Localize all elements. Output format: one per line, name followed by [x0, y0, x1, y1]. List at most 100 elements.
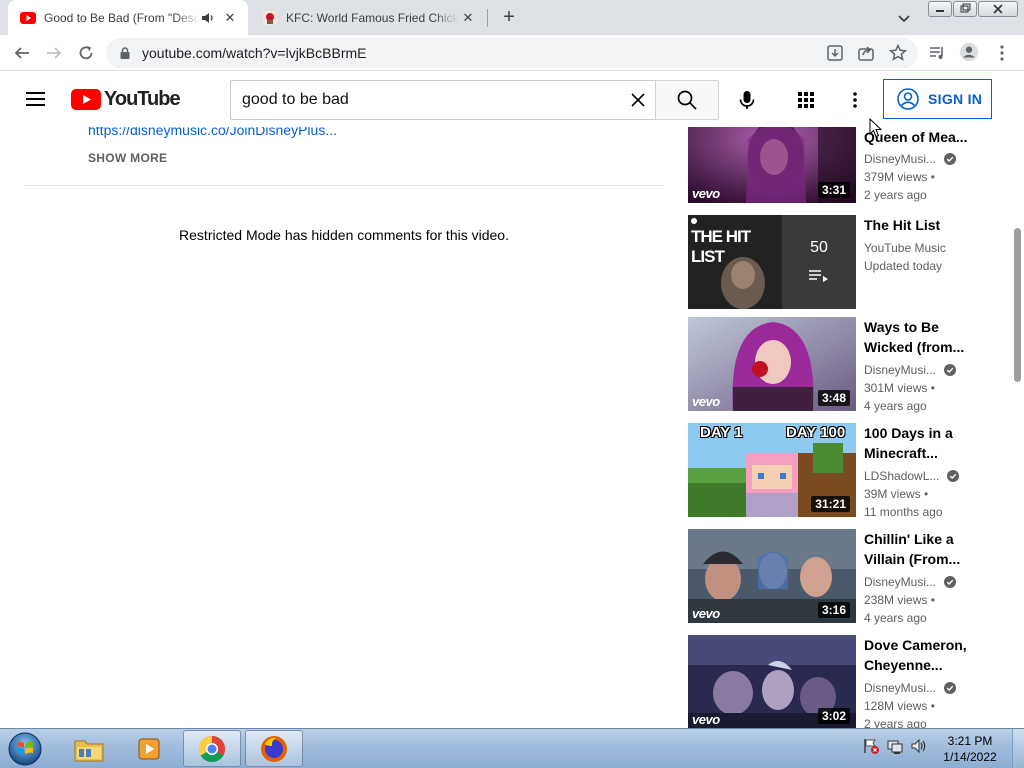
share-icon[interactable] — [856, 43, 876, 63]
video-duration: 3:48 — [817, 390, 850, 406]
media-control-icon[interactable] — [927, 43, 947, 63]
video-title[interactable]: Chillin' Like a Villain (From... — [864, 529, 988, 569]
youtube-logo[interactable]: YouTube — [71, 87, 181, 111]
video-meta: Chillin' Like a Villain (From... DisneyM… — [864, 529, 988, 627]
video-meta: Ways to Be Wicked (from... DisneyMusi...… — [864, 317, 988, 415]
views-row: 301M views • — [864, 379, 988, 397]
system-clock[interactable]: 3:21 PM 1/14/2022 — [934, 733, 1006, 765]
video-thumbnail[interactable]: vevo 3:48 — [688, 317, 856, 411]
youtube-favicon-icon — [20, 11, 36, 24]
youtube-apps-icon[interactable] — [795, 89, 817, 111]
channel-name[interactable]: DisneyMusi... — [864, 150, 936, 168]
search-input[interactable]: good to be bad — [230, 80, 656, 120]
guide-menu-icon[interactable] — [24, 89, 48, 109]
views-row: 39M views • — [864, 485, 988, 503]
sign-in-button[interactable]: SIGN IN — [883, 79, 992, 119]
taskbar-firefox[interactable] — [245, 730, 303, 767]
channel-row: DisneyMusi... — [864, 361, 988, 379]
page-scrollbar[interactable] — [1012, 127, 1024, 728]
taskbar-explorer[interactable] — [60, 730, 118, 767]
media-player-icon — [138, 738, 160, 759]
channel-name[interactable]: DisneyMusi... — [864, 361, 936, 379]
tab-close-icon[interactable]: ✕ — [220, 8, 240, 28]
upload-age: 2 years ago — [864, 188, 927, 202]
video-duration: 31:21 — [811, 496, 850, 512]
back-button[interactable] — [10, 41, 34, 65]
taskbar-chrome[interactable] — [183, 730, 241, 767]
forward-button[interactable] — [42, 41, 66, 65]
windows-taskbar: 3:21 PM 1/14/2022 — [0, 728, 1024, 768]
vevo-logo: vevo — [692, 606, 720, 621]
recommended-video[interactable]: vevo 3:16 Chillin' Like a Villain (From.… — [688, 529, 988, 625]
video-thumbnail[interactable]: vevo 3:16 — [688, 529, 856, 623]
channel-row: DisneyMusi... — [864, 679, 988, 697]
lock-icon[interactable] — [118, 46, 132, 60]
video-title[interactable]: The Hit List — [864, 215, 988, 235]
tab-close-icon[interactable]: ✕ — [458, 8, 478, 28]
upload-age: 4 years ago — [864, 399, 927, 413]
meta-separator: • — [927, 593, 935, 607]
network-icon[interactable] — [886, 737, 904, 755]
tab-kfc[interactable]: KFC: World Famous Fried Chicken ✕ — [250, 0, 486, 35]
audio-playing-icon[interactable] — [200, 10, 216, 26]
address-bar[interactable]: youtube.com/watch?v=lvjkBcBBrmE — [106, 38, 918, 68]
channel-row: LDShadowL... — [864, 467, 988, 485]
verified-badge-icon — [947, 470, 960, 482]
views-row: 128M views • — [864, 697, 988, 715]
system-tray — [862, 737, 928, 755]
firefox-icon — [261, 735, 287, 762]
view-count: 39M views — [864, 487, 921, 501]
channel-name[interactable]: DisneyMusi... — [864, 573, 936, 591]
action-center-flag-icon[interactable] — [862, 737, 880, 755]
channel-name[interactable]: DisneyMusi... — [864, 679, 936, 697]
volume-icon[interactable] — [910, 737, 928, 755]
playlist-brand-text: THE HIT LIST — [691, 227, 751, 266]
voice-search-icon[interactable] — [735, 88, 759, 112]
video-title[interactable]: Ways to Be Wicked (from... — [864, 317, 988, 357]
recommended-video[interactable]: DAY 1 DAY 100 31:21 100 Days in a Minecr… — [688, 423, 988, 519]
video-thumbnail[interactable]: vevo 3:02 — [688, 635, 856, 729]
view-count: 128M views — [864, 699, 928, 713]
youtube-wordmark: YouTube — [104, 87, 181, 110]
new-tab-button[interactable]: + — [497, 5, 521, 29]
chrome-icon — [198, 735, 226, 762]
channel-name[interactable]: YouTube Music — [864, 239, 988, 257]
video-title[interactable]: Dove Cameron, Cheyenne... — [864, 635, 988, 675]
restore-button[interactable] — [953, 1, 977, 17]
playlist-icon — [809, 270, 828, 282]
close-window-button[interactable] — [978, 1, 1018, 17]
clear-search-icon[interactable] — [628, 90, 648, 110]
profile-avatar-icon[interactable] — [959, 42, 979, 62]
clock-time: 3:21 PM — [947, 734, 993, 748]
recommended-playlist[interactable]: THE HIT LIST 50 The Hit List YouTube Mus… — [688, 215, 988, 309]
video-meta: 100 Days in a Minecraft... LDShadowL... … — [864, 423, 988, 521]
minimize-button[interactable] — [928, 1, 952, 17]
bookmark-star-icon[interactable] — [888, 43, 908, 63]
page-scrollbar-thumb[interactable] — [1014, 228, 1021, 382]
forward-arrow-icon — [47, 47, 62, 59]
show-desktop-button[interactable] — [1012, 729, 1024, 768]
recommended-video[interactable]: vevo 3:48 Ways to Be Wicked (from... Dis… — [688, 317, 988, 413]
vevo-logo: vevo — [692, 712, 720, 727]
show-more-button[interactable]: SHOW MORE — [88, 151, 167, 165]
url-text: youtube.com/watch?v=lvjkBcBBrmE — [142, 45, 367, 61]
taskbar-media-player[interactable] — [120, 730, 178, 767]
tab-search-icon[interactable] — [894, 8, 914, 28]
video-meta: The Hit List YouTube Music Updated today — [864, 215, 988, 275]
playlist-updated: Updated today — [864, 259, 943, 273]
reload-button[interactable] — [74, 41, 98, 65]
search-button[interactable] — [655, 80, 719, 120]
meta-separator: • — [927, 170, 935, 184]
channel-name[interactable]: LDShadowL... — [864, 467, 939, 485]
tab-youtube[interactable]: Good to Be Bad (From "Descendants 3") ✕ — [8, 0, 248, 35]
video-thumbnail[interactable]: DAY 1 DAY 100 31:21 — [688, 423, 856, 517]
verified-badge-icon — [944, 364, 957, 376]
chrome-menu-icon[interactable] — [992, 43, 1012, 63]
upload-age: 4 years ago — [864, 611, 927, 625]
start-button-icon[interactable] — [6, 731, 44, 767]
recommended-video[interactable]: vevo 3:02 Dove Cameron, Cheyenne... Disn… — [688, 635, 988, 731]
install-app-icon[interactable] — [825, 43, 845, 63]
settings-more-icon[interactable] — [845, 88, 865, 112]
playlist-thumbnail[interactable]: THE HIT LIST 50 — [688, 215, 856, 309]
video-title[interactable]: 100 Days in a Minecraft... — [864, 423, 988, 463]
